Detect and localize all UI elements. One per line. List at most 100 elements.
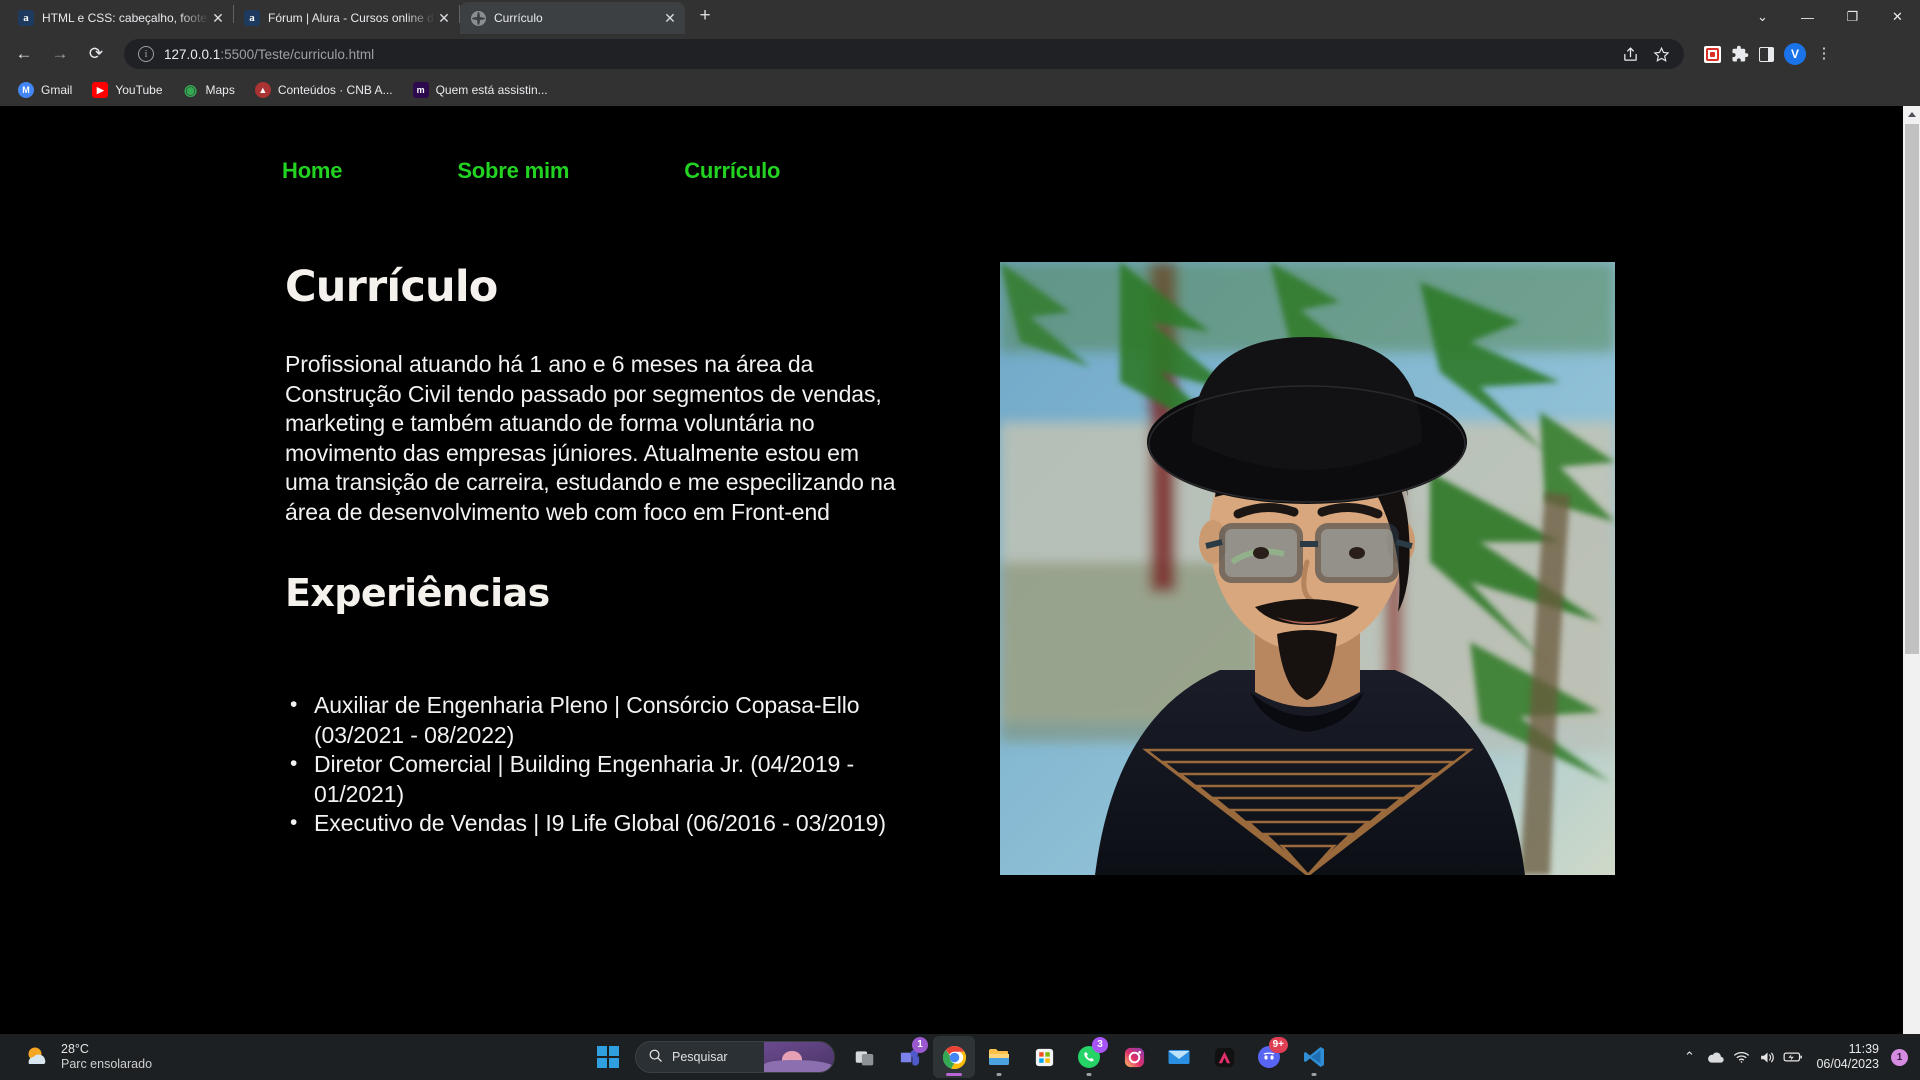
avatar[interactable]: V [1784, 43, 1806, 65]
content-column-right [1000, 262, 1615, 875]
tab-title: HTML e CSS: cabeçalho, footer e [42, 11, 209, 25]
scrollbar-thumb[interactable] [1905, 124, 1919, 654]
taskbar-app-discord[interactable]: 9+ [1248, 1036, 1290, 1078]
taskbar-app-microsoft-store[interactable] [1023, 1036, 1065, 1078]
cnb-icon: ▲ [254, 82, 271, 98]
window-controls: ⌄ — ❐ ✕ [1740, 0, 1920, 34]
reload-button[interactable]: ⟳ [80, 38, 112, 70]
badge: 9+ [1268, 1037, 1288, 1053]
nav-link-sobre-mim[interactable]: Sobre mim [457, 158, 569, 184]
close-window-button[interactable]: ✕ [1875, 0, 1920, 34]
taskbar-app-instagram[interactable] [1113, 1036, 1155, 1078]
chevron-down-icon[interactable]: ⌄ [1740, 0, 1785, 34]
bookmark-label: YouTube [115, 83, 163, 97]
start-button[interactable] [585, 1034, 631, 1080]
taskbar-app-adobe[interactable] [1203, 1036, 1245, 1078]
forward-button[interactable]: → [44, 38, 76, 70]
taskbar-app-whatsapp[interactable]: 3 [1068, 1036, 1110, 1078]
close-icon[interactable]: ✕ [435, 9, 453, 27]
share-icon[interactable] [1622, 46, 1639, 63]
extension-puzzle-icon[interactable] [1731, 45, 1749, 63]
browser-toolbar: ← → ⟳ i 127.0.0.1:5500/Teste/curriculo.h… [0, 34, 1920, 74]
page-viewport: Home Sobre mim Currículo Currículo Profi… [0, 106, 1920, 1034]
side-panel-icon[interactable] [1759, 46, 1774, 62]
taskbar-app-task-view[interactable] [843, 1036, 885, 1078]
bookmark-label: Maps [205, 83, 235, 97]
close-icon[interactable]: ✕ [209, 9, 227, 27]
taskbar-app-file-explorer[interactable] [978, 1036, 1020, 1078]
url-host: 127.0.0.1 [164, 46, 221, 62]
content-column-left: Currículo Profissional atuando há 1 ano … [285, 262, 900, 875]
chevron-up-icon[interactable]: ⌃ [1676, 1034, 1702, 1080]
browser-tab-3-active[interactable]: Currículo ✕ [460, 2, 685, 34]
maximize-button[interactable]: ❐ [1830, 0, 1875, 34]
search-icon [648, 1048, 663, 1066]
taskbar-app-mail[interactable] [1158, 1036, 1200, 1078]
taskbar-app-visual-studio-code[interactable] [1293, 1036, 1335, 1078]
globe-icon [470, 10, 486, 26]
extension-shield-icon[interactable] [1704, 45, 1721, 63]
clock[interactable]: 11:39 06/04/2023 [1806, 1042, 1891, 1072]
bookmark-label: Quem está assistin... [435, 83, 548, 97]
web-page: Home Sobre mim Currículo Currículo Profi… [0, 106, 1903, 1034]
tab-strip: a HTML e CSS: cabeçalho, footer e ✕ a Fó… [0, 0, 1920, 34]
new-tab-button[interactable]: + [691, 3, 719, 31]
experience-list: Auxiliar de Engenharia Pleno | Consórcio… [285, 690, 900, 839]
notification-badge[interactable]: 1 [1891, 1048, 1908, 1066]
address-bar[interactable]: i 127.0.0.1:5500/Teste/curriculo.html [124, 39, 1684, 69]
windows-logo-icon [596, 1045, 620, 1069]
running-indicator [1086, 1073, 1092, 1076]
close-icon[interactable]: ✕ [661, 9, 679, 27]
taskbar-app-google-chrome[interactable] [933, 1036, 975, 1078]
tab-title: Fórum | Alura - Cursos online de [268, 11, 435, 25]
minimize-button[interactable]: — [1785, 0, 1830, 34]
taskbar-app-microsoft-teams[interactable]: 1 [888, 1036, 930, 1078]
bookmark-youtube[interactable]: ▶ YouTube [84, 78, 170, 102]
onedrive-icon[interactable] [1702, 1034, 1728, 1080]
bookmark-label: Gmail [41, 83, 73, 97]
clock-time: 11:39 [1848, 1042, 1879, 1056]
list-item: Diretor Comercial | Building Engenharia … [285, 749, 900, 809]
experience-heading: Experiências [285, 571, 550, 615]
wifi-icon[interactable] [1728, 1034, 1754, 1080]
alura-icon: a [18, 10, 34, 26]
page-content: Currículo Profissional atuando há 1 ano … [0, 184, 1903, 875]
bookmark-quem-esta-assistindo[interactable]: m Quem está assistin... [405, 78, 556, 102]
page-scrollbar-track[interactable] [1903, 106, 1920, 1034]
weather-condition: Parc ensolarado [61, 1057, 153, 1071]
url-path: :5500/Teste/curriculo.html [220, 46, 375, 62]
maps-icon: ◉ [183, 82, 198, 99]
site-info-icon[interactable]: i [138, 46, 154, 62]
sun-cloud-icon [24, 1044, 50, 1070]
bookmark-gmail[interactable]: M Gmail [10, 78, 80, 102]
taskbar-apps: 1 3 9+ [843, 1036, 1335, 1078]
scrollbar-up-arrow[interactable] [1903, 106, 1920, 123]
volume-icon[interactable] [1754, 1034, 1780, 1080]
m-icon: m [412, 82, 429, 98]
bio-paragraph: Profissional atuando há 1 ano e 6 meses … [285, 351, 896, 525]
battery-icon[interactable] [1780, 1034, 1806, 1080]
toolbar-extensions: V ⋮ [1692, 43, 1832, 65]
nav-link-home[interactable]: Home [282, 158, 343, 184]
badge: 1 [912, 1037, 928, 1053]
running-indicator [1311, 1073, 1317, 1076]
omnibox-actions [1622, 46, 1670, 63]
taskbar-center: Pesquisar 1 3 9+ [585, 1034, 1335, 1080]
search-input[interactable]: Pesquisar [635, 1041, 835, 1073]
browser-tab-1[interactable]: a HTML e CSS: cabeçalho, footer e ✕ [8, 2, 233, 34]
weather-temperature: 28°C [61, 1042, 89, 1056]
weather-text: 28°C Parc ensolarado [61, 1042, 152, 1072]
browser-menu-icon[interactable]: ⋮ [1816, 46, 1832, 61]
weather-widget[interactable]: 28°C Parc ensolarado [0, 1042, 152, 1072]
url-text: 127.0.0.1:5500/Teste/curriculo.html [164, 47, 374, 62]
back-button[interactable]: ← [8, 38, 40, 70]
clock-date: 06/04/2023 [1816, 1057, 1879, 1071]
bookmark-maps[interactable]: ◉ Maps [175, 78, 243, 102]
browser-tab-2[interactable]: a Fórum | Alura - Cursos online de ✕ [234, 2, 459, 34]
gmail-icon: M [18, 82, 34, 98]
search-placeholder: Pesquisar [672, 1050, 728, 1064]
nav-link-curriculo[interactable]: Currículo [684, 158, 780, 184]
profile-photo-image [1000, 262, 1615, 875]
star-icon[interactable] [1653, 46, 1670, 63]
bookmark-conteudos-cnb[interactable]: ▲ Conteúdos · CNB A... [247, 78, 401, 102]
